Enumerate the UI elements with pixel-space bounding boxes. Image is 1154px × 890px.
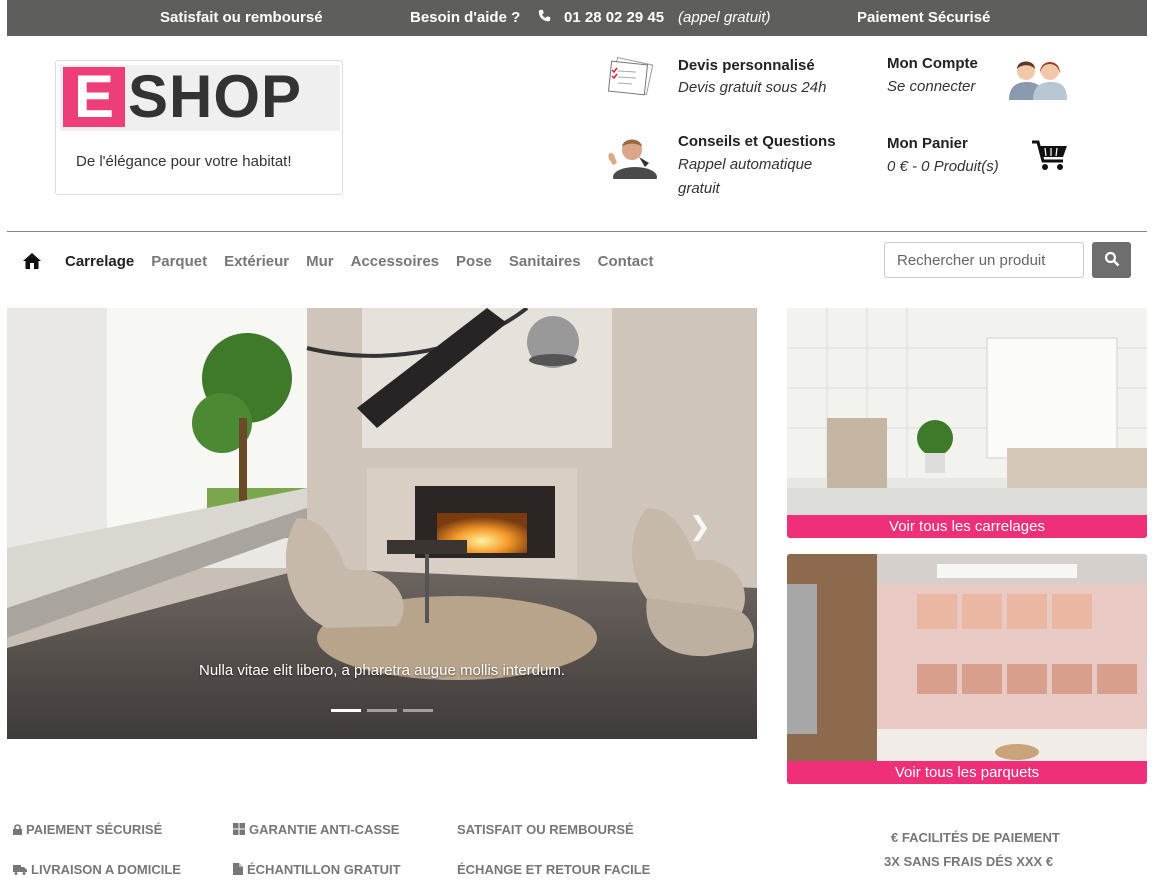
tagline: De l'élégance pour votre habitat! <box>76 153 292 170</box>
nav-item-contact[interactable]: Contact <box>598 253 654 270</box>
search-input[interactable] <box>884 242 1084 278</box>
logo[interactable]: E SHOP De l'élégance pour votre habitat! <box>55 60 343 195</box>
feature-anti-break: GARANTIE ANTI-CASSE <box>233 822 399 838</box>
guarantee-text: Satisfait ou remboursé <box>160 9 323 26</box>
logo-letter: E <box>63 67 125 127</box>
feature-secure-payment: PAIEMENT SÉCURISÉ <box>13 822 162 838</box>
search-icon <box>1104 251 1119 266</box>
logo-word: SHOP <box>128 63 303 130</box>
secure-payment-text: Paiement Sécurisé <box>857 9 991 26</box>
advice-title[interactable]: Conseils et Questions <box>678 133 836 150</box>
windows-icon <box>233 823 245 838</box>
promo-parquet-label[interactable]: Voir tous les parquets <box>787 761 1147 784</box>
users-icon[interactable] <box>1007 56 1069 105</box>
nav-item-pose[interactable]: Pose <box>456 253 492 270</box>
cart-summary[interactable]: 0 € - 0 Produit(s) <box>887 155 999 179</box>
feature-installments: 3X SANS FRAIS DÉS XXX € <box>884 854 1054 869</box>
hero-carousel[interactable]: ❯ Nulla vitae elit libero, a pharetra au… <box>7 308 757 739</box>
quote-title[interactable]: Devis personnalisé <box>678 57 815 74</box>
quote-document-icon[interactable] <box>606 56 658 102</box>
carousel-indicator-2[interactable] <box>367 709 397 712</box>
feature-free-sample: ÉCHANTILLON GRATUIT <box>233 862 401 878</box>
nav-item-sanitaires[interactable]: Sanitaires <box>509 253 581 270</box>
phone-number[interactable]: 01 28 02 29 45 <box>564 9 664 26</box>
header-divider <box>7 231 1147 232</box>
top-bar: Satisfait ou remboursé Besoin d'aide ? 0… <box>7 0 1147 36</box>
account-title[interactable]: Mon Compte <box>887 55 978 72</box>
main-nav: Carrelage Parquet Extérieur Mur Accessoi… <box>22 250 670 272</box>
feature-payment-facilities: € FACILITÉS DE PAIEMENT <box>891 830 1060 845</box>
feature-home-delivery: LIVRAISON A DOMICILE <box>13 862 181 878</box>
feature-satisfied: SATISFAIT OU REMBOURSÉ <box>457 822 634 837</box>
advice-subtitle: Rappel automatique gratuit <box>678 156 813 197</box>
truck-icon <box>13 863 27 878</box>
account-subtitle[interactable]: Se connecter <box>887 75 975 99</box>
promo-tiles-label[interactable]: Voir tous les carrelages <box>787 515 1147 538</box>
phone-note: (appel gratuit) <box>678 9 771 26</box>
nav-item-exterieur[interactable]: Extérieur <box>224 253 289 270</box>
carousel-next-arrow[interactable]: ❯ <box>689 511 711 542</box>
nav-item-parquet[interactable]: Parquet <box>151 253 207 270</box>
file-icon <box>233 863 243 878</box>
carousel-indicator-3[interactable] <box>403 709 433 712</box>
quote-subtitle: Devis gratuit sous 24h <box>678 79 827 96</box>
promo-parquet[interactable]: Voir tous les parquets <box>787 554 1147 784</box>
promo-tiles[interactable]: Voir tous les carrelages <box>787 308 1147 538</box>
lock-icon <box>13 823 22 838</box>
advisor-icon[interactable] <box>605 133 659 187</box>
feature-easy-return: ÉCHANGE ET RETOUR FACILE <box>457 862 651 877</box>
search-button[interactable] <box>1092 242 1131 278</box>
carousel-indicator-1[interactable] <box>331 709 361 712</box>
help-text: Besoin d'aide ? <box>410 9 521 26</box>
home-icon[interactable] <box>22 252 42 270</box>
cart-title[interactable]: Mon Panier <box>887 135 968 152</box>
bathroom-image <box>787 308 1147 538</box>
kitchen-image <box>787 554 1147 784</box>
nav-item-accessoires[interactable]: Accessoires <box>351 253 439 270</box>
phone-icon <box>538 9 551 25</box>
nav-item-mur[interactable]: Mur <box>306 253 334 270</box>
carousel-caption: Nulla vitae elit libero, a pharetra augu… <box>198 662 566 679</box>
nav-item-carrelage[interactable]: Carrelage <box>65 253 134 270</box>
cart-icon[interactable] <box>1031 139 1069 176</box>
